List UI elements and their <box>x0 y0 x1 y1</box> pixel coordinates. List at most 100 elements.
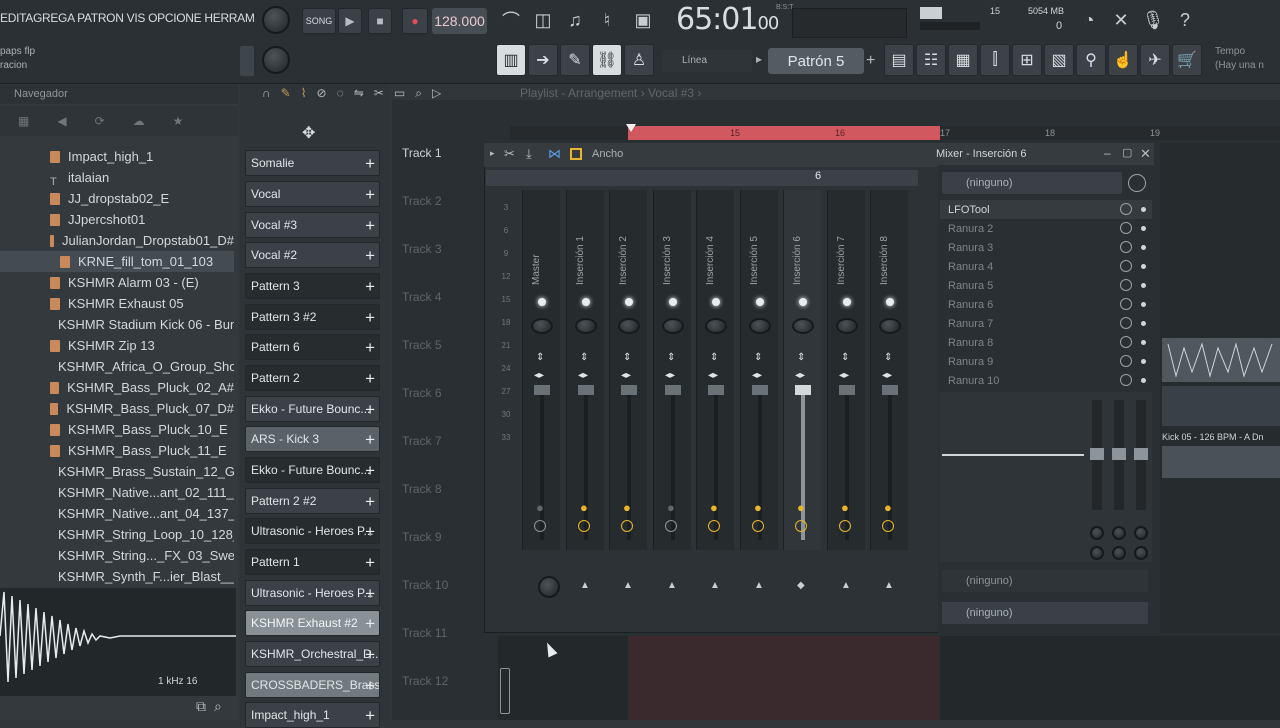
back-icon[interactable]: ◀ <box>57 114 66 128</box>
channel-button[interactable]: CROSSBADERS_Brass... + <box>245 672 380 698</box>
eq-knob[interactable] <box>1112 526 1126 540</box>
mute-bulb-icon[interactable]: ● <box>536 500 544 515</box>
swap-icon[interactable]: ◂▸ <box>839 370 849 381</box>
mute-bulb-icon[interactable]: ● <box>754 500 762 515</box>
list-item[interactable]: JulianJordan_Dropstab01_D# <box>50 230 234 251</box>
pencil-icon[interactable]: ✎ <box>281 86 291 100</box>
arm-record-icon[interactable] <box>534 520 546 532</box>
channel-button[interactable]: KSHMR Exhaust #2 + <box>245 610 380 636</box>
stereo-icon[interactable]: ⇕ <box>754 352 762 363</box>
volume-fader-handle[interactable] <box>795 385 811 395</box>
channel-button[interactable]: Ultrasonic - Heroes P... + <box>245 518 380 544</box>
microphone-icon[interactable]: 🎙 <box>1138 5 1168 35</box>
mixer-strip[interactable]: Inserción 4 ⇕ ◂▸ ● <box>696 190 734 550</box>
swap-icon[interactable]: ◂▸ <box>708 370 718 381</box>
mixer-scrollbar[interactable] <box>486 170 918 186</box>
mixer-strip[interactable]: Inserción 3 ⇕ ◂▸ ● <box>653 190 691 550</box>
volume-fader-track[interactable] <box>888 390 892 540</box>
channel-button[interactable]: Pattern 2 + <box>245 365 380 391</box>
delete-icon[interactable]: ⊘ <box>317 86 327 100</box>
zoom-icon[interactable]: ⌕ <box>415 86 422 101</box>
effect-slot[interactable]: Ranura 2 <box>940 219 1152 238</box>
volume-fader-handle[interactable] <box>708 385 724 395</box>
pan-knob[interactable] <box>531 318 553 334</box>
route-arrow-icon[interactable]: ▲ <box>754 580 764 591</box>
channel-button[interactable]: Pattern 1 + <box>245 549 380 575</box>
stereo-icon[interactable]: ⇕ <box>667 352 675 363</box>
volume-fader-handle[interactable] <box>752 385 768 395</box>
list-item[interactable]: KSHMR Exhaust 05 <box>50 293 234 314</box>
master-route-knob[interactable] <box>538 576 560 598</box>
mixer-icon[interactable]: ⫿ <box>980 44 1010 76</box>
channel-rack-icon[interactable]: ☷ <box>916 44 946 76</box>
mixer-strip[interactable]: Inserción 1 ⇕ ◂▸ ● <box>566 190 604 550</box>
mixer-tool-icon[interactable]: ✂ <box>504 146 515 162</box>
browser-icon[interactable]: ⊞ <box>1012 44 1042 76</box>
volume-fader-track[interactable] <box>714 390 718 540</box>
arm-record-icon[interactable] <box>708 520 720 532</box>
swap-icon[interactable]: ◂▸ <box>752 370 762 381</box>
volume-fader-track[interactable] <box>540 390 544 540</box>
pattern-prev-icon[interactable]: ▸ <box>756 52 762 66</box>
mixer-strip[interactable]: Inserción 6 ⇕ ◂▸ ● <box>783 190 821 550</box>
list-item[interactable]: JJ_dropstab02_E <box>50 188 234 209</box>
stereo-icon[interactable]: ⇕ <box>797 352 805 363</box>
track-label[interactable]: Track 10 <box>402 578 448 592</box>
pan-knob[interactable] <box>792 318 814 334</box>
slice-icon[interactable]: ✂ <box>374 86 384 100</box>
volume-fader-handle[interactable] <box>621 385 637 395</box>
magnet-icon[interactable]: ∩ <box>262 86 271 100</box>
eq-band-fader[interactable] <box>1134 400 1148 510</box>
folder-icon[interactable]: ▦ <box>18 114 29 128</box>
channel-button[interactable]: Vocal + <box>245 181 380 207</box>
stamp-icon[interactable]: ♙ <box>624 44 654 76</box>
mixer-menu-icon[interactable]: ▸ <box>490 148 495 159</box>
swap-icon[interactable]: ◂▸ <box>882 370 892 381</box>
tools-icon[interactable]: ✕ <box>1106 5 1136 35</box>
clip-block[interactable] <box>500 668 510 714</box>
track-label[interactable]: Track 4 <box>402 290 442 304</box>
list-item[interactable]: KSHMR_Brass_Sustain_12_G <box>50 461 234 482</box>
swap-icon[interactable]: ◂▸ <box>621 370 631 381</box>
channel-button[interactable]: Vocal #2 + <box>245 242 380 268</box>
arm-record-icon[interactable] <box>795 520 807 532</box>
eq-knob[interactable] <box>1134 546 1148 560</box>
list-item-selected[interactable]: KRNE_fill_tom_01_103 <box>0 251 234 272</box>
fader-handle[interactable] <box>1090 448 1104 460</box>
fader-handle[interactable] <box>1112 448 1126 460</box>
mute-bulb-icon[interactable]: ● <box>841 500 849 515</box>
channel-button[interactable]: Ekko - Future Bounc... + <box>245 457 380 483</box>
mixer-link-icon[interactable]: ⋈ <box>548 146 561 162</box>
swap-icon[interactable]: ◂▸ <box>534 370 544 381</box>
mute-bulb-icon[interactable]: ● <box>797 500 805 515</box>
arm-record-icon[interactable] <box>839 520 851 532</box>
pattern-selector[interactable]: Patrón 5 <box>768 48 864 74</box>
track-label[interactable]: Track 12 <box>402 674 448 688</box>
list-item[interactable]: KSHMR Zip 13 <box>50 335 234 356</box>
fader-handle[interactable] <box>1134 448 1148 460</box>
channel-button[interactable]: Vocal #3 + <box>245 212 380 238</box>
volume-fader-track[interactable] <box>584 390 588 540</box>
channel-button-selected[interactable]: ARS - Kick 3 + <box>245 426 380 452</box>
mixer-strip[interactable]: Inserción 2 ⇕ ◂▸ ● <box>609 190 647 550</box>
volume-fader-handle[interactable] <box>578 385 594 395</box>
volume-fader-handle[interactable] <box>534 385 550 395</box>
volume-fader-handle[interactable] <box>665 385 681 395</box>
list-item[interactable]: Titalaian <box>50 167 234 188</box>
export-icon[interactable]: ✈ <box>1140 44 1170 76</box>
effect-slot[interactable]: Ranura 9 <box>940 352 1152 371</box>
record-button[interactable]: ● <box>402 8 428 34</box>
output-selector[interactable]: (ninguno) <box>942 602 1148 624</box>
list-item[interactable]: KSHMR_String..._FX_03_Swell_E <box>50 545 234 566</box>
audio-clip[interactable] <box>1162 386 1280 426</box>
input-selector[interactable]: (ninguno) <box>942 172 1122 194</box>
track-label[interactable]: Track 1 <box>402 146 442 160</box>
volume-fader-track[interactable] <box>627 390 631 540</box>
online-news-icon[interactable]: ◔ <box>1074 5 1104 35</box>
pan-knob[interactable] <box>705 318 727 334</box>
scroll-handle[interactable] <box>240 46 254 76</box>
stereo-icon[interactable]: ⇕ <box>884 352 892 363</box>
playback-icon[interactable]: ▷ <box>432 86 441 100</box>
metronome-icon[interactable]: ⌒ <box>496 5 526 35</box>
master-pitch-knob[interactable] <box>262 46 290 74</box>
